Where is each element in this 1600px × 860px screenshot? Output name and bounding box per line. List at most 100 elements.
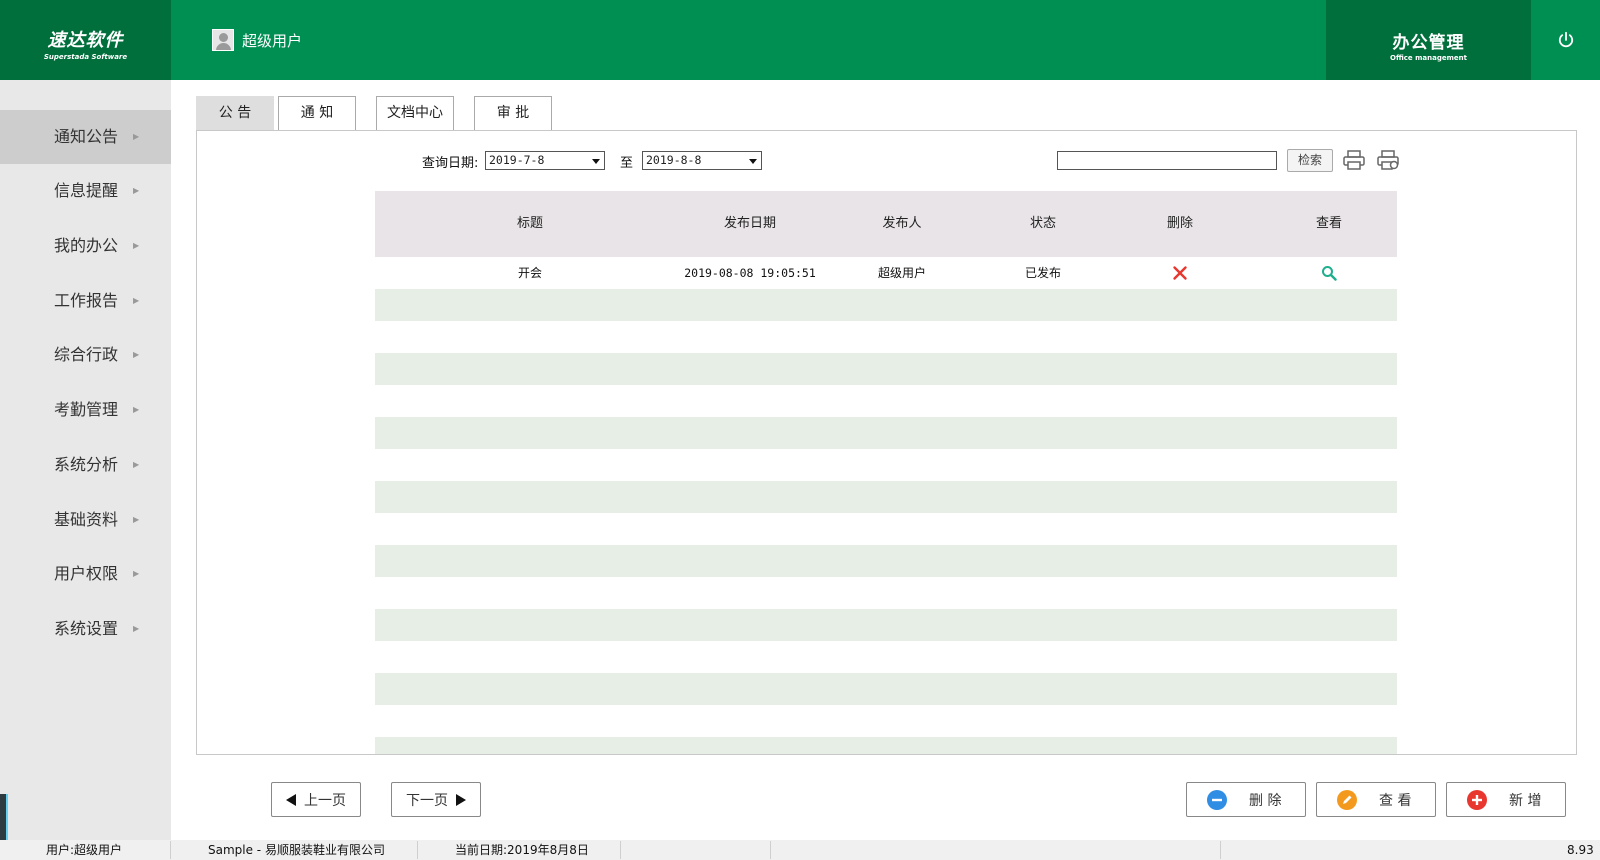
status-user: 用户:超级用户 xyxy=(46,843,123,857)
sidebar-item-reminders[interactable]: 信息提醒 ▶ xyxy=(0,164,171,218)
column-header-publisher[interactable]: 发布人 xyxy=(882,191,921,257)
module-name: 办公管理 xyxy=(1392,33,1465,53)
sidebar-item-notices[interactable]: 通知公告 ▶ xyxy=(0,110,171,164)
tab-approvals[interactable]: 审 批 xyxy=(474,96,552,131)
chevron-right-icon: ▶ xyxy=(133,241,140,250)
print-preview-icon[interactable] xyxy=(1376,149,1400,171)
sidebar-item-label: 综合行政 xyxy=(54,345,119,364)
current-user[interactable]: 超级用户 xyxy=(212,28,302,52)
table-row-empty xyxy=(375,417,1397,449)
chevron-down-icon xyxy=(589,153,603,168)
tab-documents[interactable]: 文档中心 xyxy=(376,96,454,131)
sidebar-item-administration[interactable]: 综合行政 ▶ xyxy=(0,328,171,382)
next-page-label: 下一页 xyxy=(406,792,448,809)
status-separator xyxy=(417,841,418,859)
user-avatar-icon xyxy=(212,29,234,51)
chevron-right-icon: ▶ xyxy=(133,569,140,578)
add-button[interactable]: 新 增 xyxy=(1446,782,1566,817)
minus-circle-icon xyxy=(1207,789,1227,810)
column-header-title[interactable]: 标题 xyxy=(517,191,543,257)
status-separator xyxy=(620,841,621,859)
column-header-status[interactable]: 状态 xyxy=(1030,191,1056,257)
table-row-empty xyxy=(375,545,1397,577)
status-separator xyxy=(1220,841,1221,859)
chevron-right-icon: ▶ xyxy=(133,515,140,524)
add-button-label: 新 增 xyxy=(1509,792,1542,809)
sidebar-item-settings[interactable]: 系统设置 ▶ xyxy=(0,602,171,656)
sidebar-item-label: 用户权限 xyxy=(54,564,119,583)
prev-page-label: 上一页 xyxy=(304,792,346,809)
table-row-empty xyxy=(375,609,1397,641)
cell-status: 已发布 xyxy=(1024,266,1062,280)
end-date-value: 2019-8-8 xyxy=(646,153,702,167)
table-row-empty xyxy=(375,353,1397,385)
table-header: 标题 发布日期 发布人 状态 删除 查看 xyxy=(375,191,1397,257)
query-date-label: 查询日期: xyxy=(422,156,479,171)
start-date-select[interactable]: 2019-7-8 xyxy=(485,151,605,170)
sidebar-item-permissions[interactable]: 用户权限 ▶ xyxy=(0,547,171,601)
sidebar-item-label: 基础资料 xyxy=(54,510,119,529)
status-separator xyxy=(770,841,771,859)
status-bar: 用户:超级用户 Sample - 易顺服装鞋业有限公司 当前日期:2019年8月… xyxy=(0,840,1600,860)
view-button[interactable]: 查 看 xyxy=(1316,782,1436,817)
status-date: 当前日期:2019年8月8日 xyxy=(455,843,589,857)
print-icon[interactable] xyxy=(1342,149,1366,171)
arrow-left-icon xyxy=(286,793,296,806)
chevron-right-icon: ▶ xyxy=(133,350,140,359)
table-row-empty xyxy=(375,289,1397,321)
brand-logo: 速达软件 Superstada Software xyxy=(0,0,171,80)
column-header-view[interactable]: 查看 xyxy=(1316,191,1342,257)
sidebar-item-analysis[interactable]: 系统分析 ▶ xyxy=(0,438,171,492)
sidebar-item-label: 我的办公 xyxy=(54,236,119,255)
sidebar-item-label: 工作报告 xyxy=(54,291,119,310)
to-label: 至 xyxy=(620,156,634,171)
next-page-button[interactable]: 下一页 xyxy=(391,782,481,817)
tab-announcements[interactable]: 公 告 xyxy=(196,96,274,131)
module-subtitle: Office management xyxy=(1390,54,1467,62)
search-icon[interactable] xyxy=(1321,265,1337,281)
user-name: 超级用户 xyxy=(242,31,303,50)
power-icon[interactable] xyxy=(1556,30,1576,50)
cell-publisher: 超级用户 xyxy=(877,266,927,280)
sidebar-item-label: 系统设置 xyxy=(54,619,119,638)
app-header: 速达软件 Superstada Software 超级用户 办公管理 Offic… xyxy=(0,0,1600,80)
tab-notifications[interactable]: 通 知 xyxy=(278,96,356,131)
plus-circle-icon xyxy=(1467,789,1487,810)
start-date-value: 2019-7-8 xyxy=(489,153,545,167)
sidebar-item-label: 信息提醒 xyxy=(54,181,119,200)
sidebar-item-attendance[interactable]: 考勤管理 ▶ xyxy=(0,383,171,437)
sidebar-item-work-reports[interactable]: 工作报告 ▶ xyxy=(0,274,171,328)
sidebar-item-my-office[interactable]: 我的办公 ▶ xyxy=(0,219,171,273)
chevron-right-icon: ▶ xyxy=(133,296,140,305)
chevron-right-icon: ▶ xyxy=(133,405,140,414)
cell-title[interactable]: 开会 xyxy=(518,263,542,283)
search-input[interactable] xyxy=(1057,151,1277,170)
sidebar-item-label: 考勤管理 xyxy=(54,400,119,419)
search-button[interactable]: 检索 xyxy=(1287,149,1333,172)
table-row-empty xyxy=(375,737,1397,754)
delete-button-label: 删 除 xyxy=(1249,792,1282,809)
chevron-right-icon: ▶ xyxy=(133,460,140,469)
column-header-date[interactable]: 发布日期 xyxy=(724,191,776,257)
end-date-select[interactable]: 2019-8-8 xyxy=(642,151,762,170)
sidebar-item-base-data[interactable]: 基础资料 ▶ xyxy=(0,493,171,547)
status-version: 8.93 xyxy=(1567,843,1594,857)
sidebar-item-label: 通知公告 xyxy=(54,127,119,146)
column-header-delete[interactable]: 删除 xyxy=(1167,191,1193,257)
sidebar: 通知公告 ▶ 信息提醒 ▶ 我的办公 ▶ 工作报告 ▶ 综合行政 ▶ 考勤管理 … xyxy=(0,80,171,840)
edit-pencil-icon xyxy=(1337,789,1357,810)
table-row-empty xyxy=(375,673,1397,705)
chevron-right-icon: ▶ xyxy=(133,624,140,633)
close-icon[interactable] xyxy=(1172,265,1188,281)
module-title: 办公管理 Office management xyxy=(1326,0,1531,80)
brand-subtitle: Superstada Software xyxy=(43,53,128,61)
chevron-right-icon: ▶ xyxy=(133,186,140,195)
table-row-empty xyxy=(375,481,1397,513)
arrow-right-icon xyxy=(456,793,466,806)
delete-button[interactable]: 删 除 xyxy=(1186,782,1306,817)
sidebar-item-label: 系统分析 xyxy=(54,455,119,474)
view-button-label: 查 看 xyxy=(1379,792,1412,809)
status-company: Sample - 易顺服装鞋业有限公司 xyxy=(208,843,385,857)
status-separator xyxy=(170,841,171,859)
prev-page-button[interactable]: 上一页 xyxy=(271,782,361,817)
